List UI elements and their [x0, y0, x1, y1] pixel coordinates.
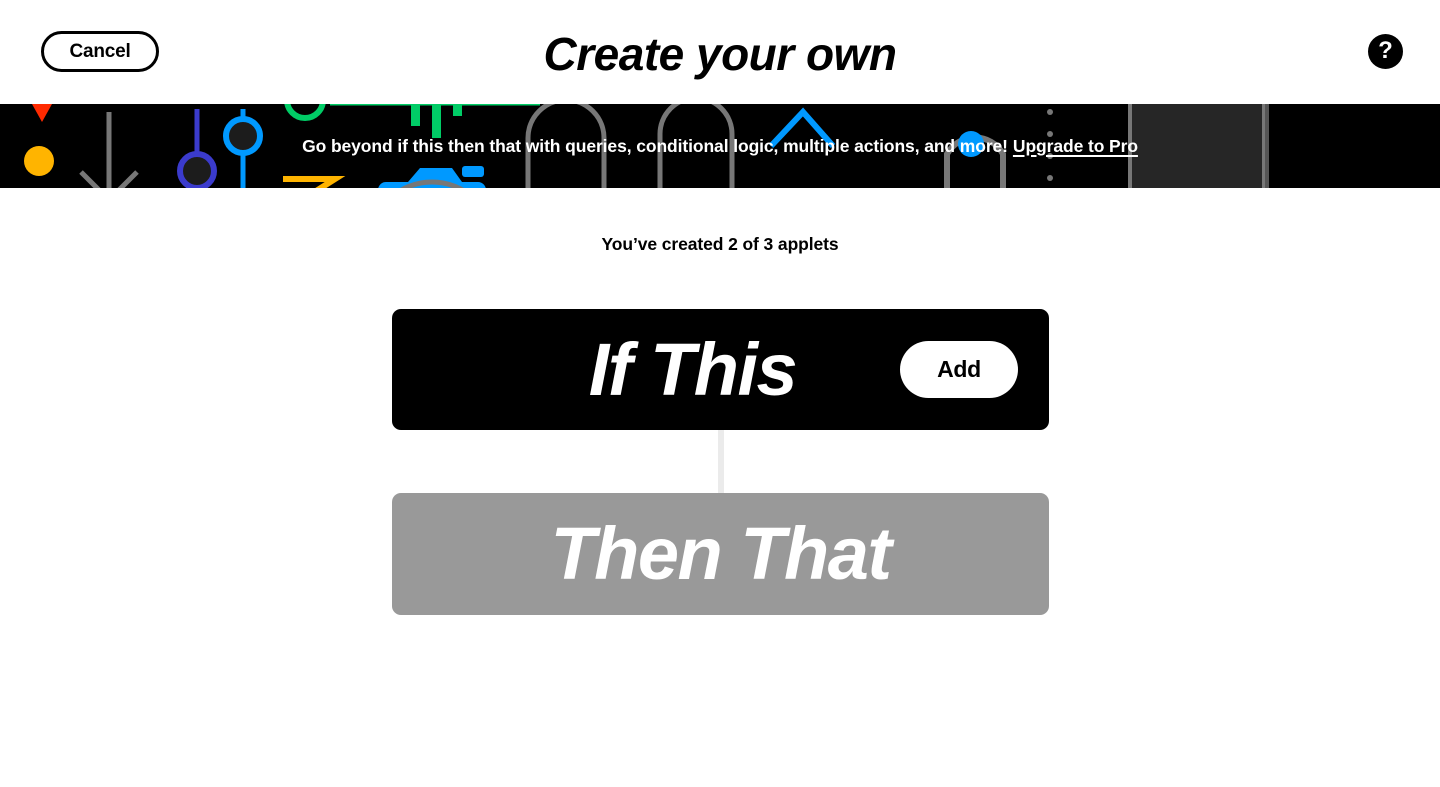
if-this-label: If This — [588, 327, 798, 411]
if-this-card[interactable]: If This Add — [392, 309, 1049, 430]
promo-text-row: Go beyond if this then that with queries… — [0, 104, 1440, 188]
page-title: Create your own — [543, 28, 897, 80]
then-that-label: Then That — [550, 512, 892, 595]
upgrade-promo-banner[interactable]: Go beyond if this then that with queries… — [0, 104, 1440, 188]
add-trigger-button[interactable]: Add — [900, 341, 1018, 398]
question-mark-circle-icon[interactable]: ? — [1368, 34, 1403, 69]
applet-count-text: You’ve created 2 of 3 applets — [601, 234, 839, 254]
help-glyph: ? — [1378, 36, 1393, 64]
create-your-own-page: Cancel Create your own ? Go beyond if th… — [0, 0, 1440, 787]
upgrade-to-pro-link[interactable]: Upgrade to Pro — [1013, 136, 1138, 157]
promo-message: Go beyond if this then that with queries… — [302, 135, 1008, 156]
then-that-card: Then That — [392, 493, 1049, 615]
applet-builder: If This Add Then That — [392, 309, 1049, 615]
card-connector-line — [717, 430, 724, 493]
top-bar: Cancel Create your own ? — [0, 0, 1440, 104]
